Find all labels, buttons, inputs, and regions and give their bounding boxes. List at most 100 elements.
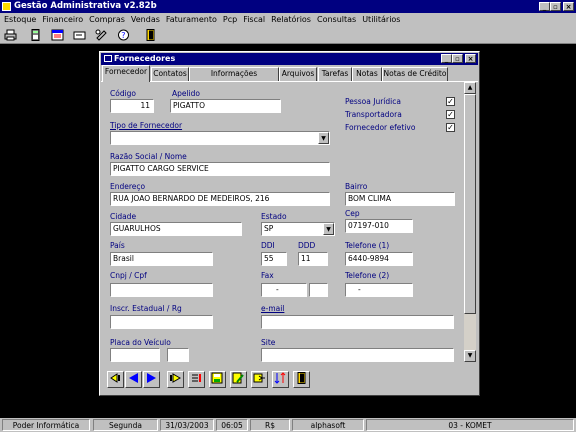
tab-notas-de-credito[interactable]: Notas de Crédito <box>382 67 448 81</box>
calendar-icon[interactable] <box>51 29 64 41</box>
search-record-icon[interactable] <box>251 371 268 388</box>
menu-bar: Estoque Financeiro Compras Vendas Faturament… <box>0 13 576 27</box>
fornecedor-form: Código 11 Apelido PIGATTO Pessoa Jurídic… <box>101 81 478 363</box>
next-record-icon[interactable] <box>143 371 160 388</box>
site-label: Site <box>261 338 276 347</box>
card-icon[interactable] <box>73 29 86 41</box>
status-user: alphasoft <box>292 419 364 431</box>
restore-button[interactable]: ▫ <box>550 2 561 11</box>
endereco-field[interactable]: RUA JOAO BERNARDO DE MEDEIROS, 216 <box>110 192 330 206</box>
calculator-icon[interactable] <box>29 29 42 41</box>
menu-utilitarios[interactable]: Utilitários <box>359 13 403 27</box>
scroll-thumb[interactable] <box>464 94 476 314</box>
telefone2-label: Telefone (2) <box>345 271 390 280</box>
estado-label: Estado <box>261 212 287 221</box>
sort-records-icon[interactable] <box>272 371 289 388</box>
edit-record-icon[interactable] <box>230 371 247 388</box>
tab-arquivos[interactable]: Arquivos <box>279 67 317 81</box>
endereco-label: Endereço <box>110 182 146 191</box>
ddi-label: DDI <box>261 241 275 250</box>
app-title-bar: Gestão Administrativa v2.82b _ ▫ × <box>0 0 576 13</box>
apelido-field[interactable]: PIGATTO <box>170 99 281 113</box>
cidade-field[interactable]: GUARULHOS <box>110 222 242 236</box>
menu-estoque[interactable]: Estoque <box>0 13 39 27</box>
transportadora-checkbox[interactable]: ✓ <box>446 110 455 119</box>
tab-tarefas[interactable]: Tarefas <box>318 67 352 81</box>
vertical-scrollbar[interactable]: ▲ ▼ <box>464 82 476 362</box>
cep-field[interactable]: 07197-010 <box>345 219 413 233</box>
tab-notas[interactable]: Notas <box>352 67 382 81</box>
close-button[interactable]: × <box>563 2 574 11</box>
fornecedor-efetivo-checkbox[interactable]: ✓ <box>446 123 455 132</box>
child-minimize-button[interactable]: _ <box>441 54 452 63</box>
child-maximize-button[interactable]: ▫ <box>452 54 463 63</box>
help-icon[interactable]: ? <box>117 29 130 41</box>
navigation-bar <box>101 364 478 394</box>
chevron-down-icon[interactable]: ▼ <box>323 223 334 235</box>
menu-pcp[interactable]: Pcp <box>220 13 240 27</box>
satellite-icon[interactable] <box>95 29 108 41</box>
tipo-fornecedor-label[interactable]: Tipo de Fornecedor <box>110 121 182 130</box>
telefone2-field[interactable]: - <box>345 283 413 297</box>
menu-vendas[interactable]: Vendas <box>128 13 163 27</box>
placa-label: Placa do Veículo <box>110 338 171 347</box>
scroll-up-icon[interactable]: ▲ <box>464 82 476 94</box>
menu-financeiro[interactable]: Financeiro <box>39 13 86 27</box>
menu-relatorios[interactable]: Relatórios <box>268 13 314 27</box>
estado-select[interactable]: SP ▼ <box>261 222 335 236</box>
razao-social-label: Razão Social / Nome <box>110 152 187 161</box>
prev-record-icon[interactable] <box>125 371 142 388</box>
fax-field[interactable]: - <box>261 283 307 297</box>
tab-informacoes-financeiras[interactable]: Informações Financeiras <box>189 67 279 90</box>
exit-door-icon[interactable] <box>293 371 310 388</box>
email-field[interactable] <box>261 315 454 329</box>
razao-social-field[interactable]: PIGATTO CARGO SERVICE <box>110 162 330 176</box>
status-company: Poder Informática <box>2 419 90 431</box>
new-record-icon[interactable] <box>188 371 205 388</box>
cnpj-field[interactable] <box>110 283 213 297</box>
pessoa-juridica-checkbox[interactable]: ✓ <box>446 97 455 106</box>
tab-contatos[interactable]: Contatos <box>151 67 189 81</box>
pais-field[interactable]: Brasil <box>110 252 213 266</box>
pessoa-juridica-label: Pessoa Jurídica <box>345 97 401 106</box>
ddi-field[interactable]: 55 <box>261 252 287 266</box>
transportadora-label: Transportadora <box>345 110 402 119</box>
scroll-down-icon[interactable]: ▼ <box>464 350 476 362</box>
bairro-label: Bairro <box>345 182 368 191</box>
codigo-label: Código <box>110 89 137 98</box>
menu-faturamento[interactable]: Faturamento <box>163 13 220 27</box>
tipo-fornecedor-select[interactable]: ▼ <box>110 131 330 145</box>
telefone1-field[interactable]: 6440-9894 <box>345 252 413 266</box>
apelido-label: Apelido <box>172 89 201 98</box>
site-field[interactable] <box>261 348 454 362</box>
inscr-estadual-label: Inscr. Estadual / Rg <box>110 304 182 313</box>
grid-icon <box>104 55 112 62</box>
placa-uf-field[interactable] <box>167 348 189 362</box>
menu-fiscal[interactable]: Fiscal <box>240 13 268 27</box>
first-record-icon[interactable] <box>107 371 124 388</box>
cnpj-label: Cnpj / Cpf <box>110 271 147 280</box>
minimize-button[interactable]: _ <box>539 2 550 11</box>
status-database: 03 - KOMET <box>366 419 574 431</box>
menu-consultas[interactable]: Consultas <box>314 13 359 27</box>
status-time: 06:05 <box>216 419 248 431</box>
status-weekday: Segunda <box>93 419 158 431</box>
child-close-button[interactable]: × <box>465 54 476 63</box>
inscr-estadual-field[interactable] <box>110 315 213 329</box>
chevron-down-icon[interactable]: ▼ <box>318 132 329 144</box>
codigo-field[interactable]: 11 <box>110 99 154 113</box>
save-record-icon[interactable] <box>209 371 226 388</box>
bairro-field[interactable]: BOM CLIMA <box>345 192 455 206</box>
printer-icon[interactable] <box>4 29 17 41</box>
telefone1-label: Telefone (1) <box>345 241 390 250</box>
child-title-bar: Fornecedores _ ▫ × <box>101 53 478 65</box>
fax-ramal-field[interactable] <box>309 283 328 297</box>
placa-field[interactable] <box>110 348 160 362</box>
menu-compras[interactable]: Compras <box>86 13 128 27</box>
ddd-field[interactable]: 11 <box>298 252 328 266</box>
tab-fornecedor[interactable]: Fornecedor <box>102 65 150 82</box>
exit-door-icon[interactable] <box>144 29 157 41</box>
status-bar: Poder Informática Segunda 31/03/2003 06:… <box>0 418 576 432</box>
last-record-icon[interactable] <box>167 371 184 388</box>
email-label[interactable]: e-mail <box>261 304 284 313</box>
